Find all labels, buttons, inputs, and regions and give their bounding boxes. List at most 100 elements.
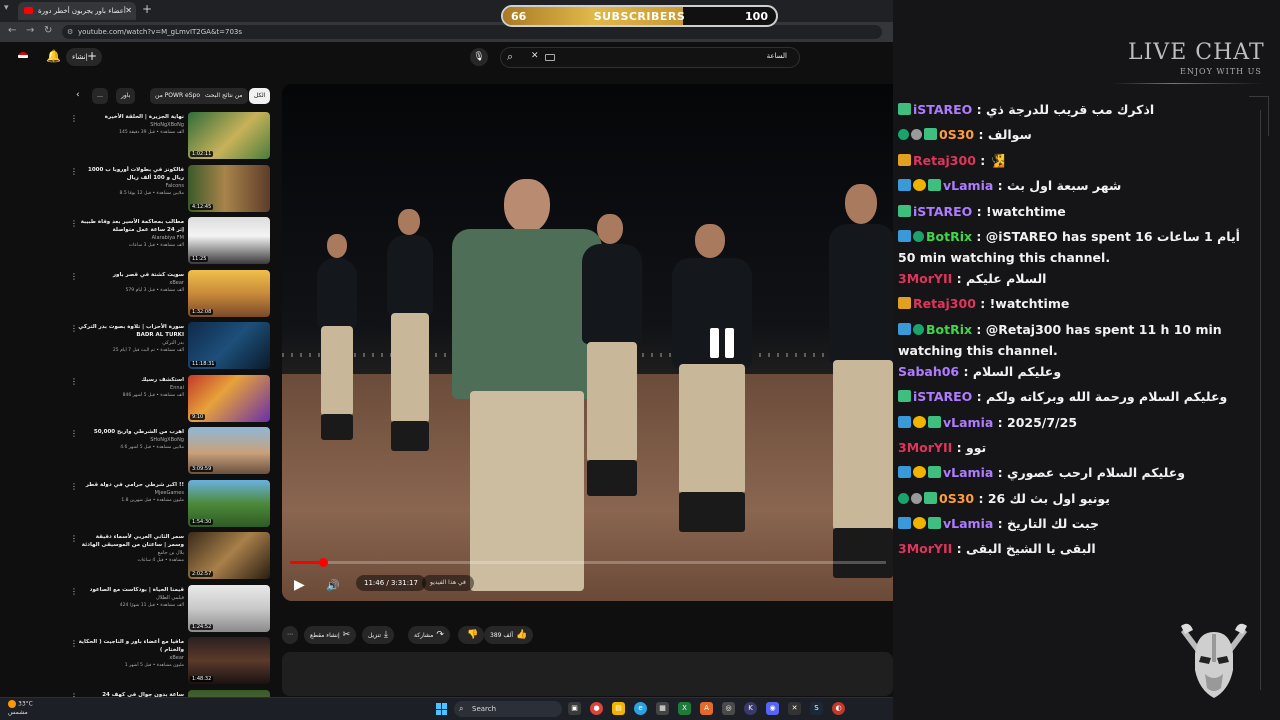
related-thumbnail[interactable]: 3:09:59 [188,427,270,474]
related-title[interactable]: سورة الأحزاب | تلاوة بصوت بدر التركي BAD… [78,323,184,339]
more-options-icon[interactable]: ⋮ [70,324,78,333]
clip-button[interactable]: إنشاء مقطع ✂ [304,626,357,644]
related-channel[interactable]: بدر التركي [78,339,184,347]
related-title[interactable]: فالكونز في بطولات أوروبا ب 1000 ريال و 1… [78,166,184,182]
keyboard-icon[interactable] [545,54,555,61]
chat-username[interactable]: 0S30 [939,491,974,506]
steam-icon[interactable]: S [810,702,823,715]
related-title[interactable]: نهاية الجزيرة | الحلقة الأخيرة [78,113,184,121]
browser-tab[interactable]: أعضاء باور يجربون أخطر دورة ✕ [18,2,136,20]
related-channel[interactable]: Alarabiya FM [78,234,184,242]
search-input[interactable]: الساعة [767,52,787,60]
search-icon[interactable]: ⌕ [507,50,513,64]
chat-username[interactable]: Retaj300 [913,153,976,168]
site-info-icon[interactable]: ⚙ [67,25,73,39]
related-title[interactable]: اكبر شرطي حرامي في دولة قطر !! [78,481,184,489]
more-options-icon[interactable]: ⋮ [70,534,78,543]
more-options-icon[interactable]: ⋮ [70,482,78,491]
related-thumbnail[interactable]: 1:02:11 [188,112,270,159]
related-thumbnail[interactable]: 2:02:57 [188,532,270,579]
related-thumbnail[interactable]: 1:54:30 [188,479,270,527]
share-button[interactable]: مشاركة ↷ [408,626,450,644]
more-options-icon[interactable]: ⋮ [70,272,78,281]
related-thumbnail[interactable]: 9:10 [188,374,270,422]
more-options-icon[interactable]: ⋮ [70,429,78,438]
chat-username[interactable]: iSTAREO [913,204,972,219]
chat-username[interactable]: Sabah06 [898,364,959,379]
related-channel[interactable]: فيلمي الطلال [78,594,184,602]
more-options-icon[interactable]: ⋮ [70,167,78,176]
pause-overlay-icon[interactable] [710,328,736,358]
chat-username[interactable]: vLamia [943,415,993,430]
related-channel[interactable]: SHoNgXBoNg [78,436,184,444]
close-tab-icon[interactable]: ✕ [125,2,132,20]
related-channel[interactable]: xBear [78,654,184,662]
chat-username[interactable]: BotRix [926,322,972,337]
task-view-icon[interactable]: ▣ [568,702,581,715]
tab-search-icon[interactable]: ▾ [4,3,9,13]
chat-username[interactable]: vLamia [943,516,993,531]
file-explorer-icon[interactable]: ▤ [612,702,625,715]
taskbar-search[interactable]: ⌕ Search [454,701,562,717]
related-thumbnail[interactable]: 1:48:32 [188,637,270,684]
like-button[interactable]: 389 ألف 👍 [484,626,534,644]
related-video[interactable]: ⋮ فالكونز في بطولات أوروبا ب 1000 ريال و… [64,164,272,216]
notifications-bell-icon[interactable]: 🔔 [46,49,61,63]
related-channel[interactable]: SHoNgXBoNg [78,121,184,129]
related-title[interactable]: سويت كشتة في قصر باور [78,271,184,279]
chip-from-search[interactable]: من نتائج البحث [200,88,248,104]
url-field[interactable]: ⚙ youtube.com/watch?v=M_gLmvIT2GA&t=703s [62,25,882,39]
more-options-icon[interactable]: ⋮ [70,114,78,123]
related-video[interactable]: ⋮ اهرب من الشرطي واربح 50,000 SHoNgXBoNg… [64,427,272,478]
chrome-icon[interactable]: ● [590,702,603,715]
chip-all[interactable]: الكل [249,88,271,104]
more-options-icon[interactable]: ⋮ [70,377,78,386]
chat-username[interactable]: iSTAREO [913,102,972,117]
reload-icon[interactable]: ↻ [44,25,52,36]
more-options-icon[interactable]: ⋮ [70,219,78,228]
video-description-box[interactable] [282,652,893,696]
chat-username[interactable]: vLamia [943,465,993,480]
related-video[interactable]: ⋮ مطالب بمحاكمة الأسير بعد وفاة طبيبة إث… [64,217,272,268]
video-player[interactable]: ▶ 🔊 11:46 / 3:31:17 في هذا الفيديو [282,84,893,601]
forward-arrow-icon[interactable]: → [26,25,34,36]
related-thumbnail[interactable]: 11:25 [188,217,270,264]
related-video[interactable]: ⋮ استكشف رسيك Ennai 846 ألف مشاهدة • قبل… [64,374,272,426]
chat-username[interactable]: 0S30 [939,127,974,142]
video-progress-bar[interactable] [290,558,886,567]
chat-username[interactable]: BotRix [926,229,972,244]
edge-icon[interactable]: e [634,702,647,715]
store-icon[interactable]: ▦ [656,702,669,715]
dislike-button[interactable]: 👎 [458,626,485,644]
windows-start-icon[interactable] [436,703,448,715]
app-icon[interactable]: ✕ [788,702,801,715]
related-video[interactable]: ⋮ سورة الأحزاب | تلاوة بصوت بدر التركي B… [64,322,272,373]
chat-username[interactable]: Retaj300 [913,296,976,311]
more-options-icon[interactable]: ⋮ [70,639,78,648]
related-title[interactable]: سمر الثاني العربي لأسماء دقيقة وسمر | سا… [78,533,184,549]
account-avatar[interactable] [18,52,28,61]
play-icon[interactable]: ▶ [294,577,305,593]
related-video[interactable]: ⋮ سمر الثاني العربي لأسماء دقيقة وسمر | … [64,532,272,583]
related-title[interactable]: مافيا مع أعضاء باور و الناجيت ( الحكاية … [78,638,184,654]
chip-more[interactable]: … [92,88,108,104]
new-tab-icon[interactable]: + [142,2,152,16]
related-channel[interactable]: بلال بن جامع [78,549,184,557]
app-icon[interactable]: ◎ [722,702,735,715]
more-actions-icon[interactable]: ⋯ [282,626,298,644]
chat-username[interactable]: vLamia [943,178,993,193]
related-thumbnail[interactable]: 4:12:45 [188,164,270,212]
more-options-icon[interactable]: ⋮ [70,587,78,596]
related-title[interactable]: استكشف رسيك [78,376,184,384]
related-thumbnail[interactable]: 1:32:08 [188,269,270,317]
chat-username[interactable]: 3MorYII [898,541,952,556]
app-icon[interactable]: A [700,702,713,715]
related-video[interactable]: ⋮ اكبر شرطي حرامي في دولة قطر !! MjeeGam… [64,479,272,531]
search-box[interactable]: ⌕ ✕ الساعة [500,47,800,68]
related-title[interactable]: اهرب من الشرطي واربح 50,000 [78,428,184,436]
related-thumbnail[interactable]: 1:24:52 [188,584,270,632]
related-channel[interactable]: MjeeGames [78,489,184,497]
chevron-left-icon[interactable]: ‹ [76,90,80,100]
related-video[interactable]: ⋮ سويت كشتة في قصر باور xBear 579 ألف مش… [64,269,272,321]
clear-search-icon[interactable]: ✕ [531,51,539,61]
